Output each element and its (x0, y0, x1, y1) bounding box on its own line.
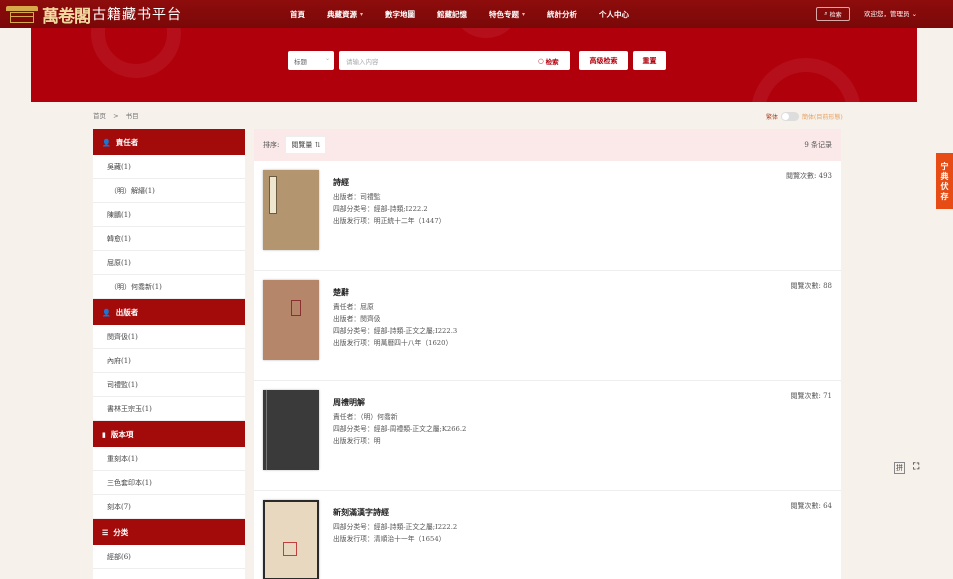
filter-heading-responsible[interactable]: 👤 責任者 (93, 129, 245, 155)
view-count: 閱覽次數: 71 (790, 392, 832, 400)
nav-item-memory[interactable]: 館藏記憶 (437, 9, 467, 20)
chevron-down-icon: ▾ (360, 10, 364, 18)
filter-heading-publisher[interactable]: 👤 出版者 (93, 299, 245, 325)
view-count: 閱覽次數: 64 (790, 502, 832, 510)
nav-item-home[interactable]: 首頁 (290, 9, 305, 20)
filter-item[interactable]: 重刻本(1) (93, 447, 245, 471)
top-bar: 萬卷閣 古籍藏书平台 首頁 典藏資源 ▾ 數字地圖 館藏記憶 特色专题 ▾ 統計分析… (0, 0, 953, 28)
book-meta: 責任者：屈原 出版者：閔齊伋 四部分类号：經部-詩類-正文之屬;I222.3 出… (333, 303, 458, 347)
filter-item[interactable]: 書林王宗玉(1) (93, 397, 245, 421)
site-logo[interactable]: 萬卷閣 古籍藏书平台 (4, 3, 182, 27)
fullscreen-icon[interactable]: ⛶ (913, 462, 919, 474)
filter-item[interactable]: （明）何喬新(1) (93, 275, 245, 299)
book-meta: 責任者：（明）何喬新 四部分类号：經部-周禮類-正文之屬;K266.2 出版发行… (333, 413, 467, 445)
filter-item[interactable]: 刻本(7) (93, 495, 245, 519)
search-icon: ⌕ (824, 10, 828, 17)
person-icon: 👤 (102, 307, 111, 317)
logo-calligraphy: 萬卷閣 (42, 6, 91, 27)
user-menu[interactable]: 欢迎您，管理员 ⌄ (864, 8, 917, 18)
chevron-down-icon: ⌄ (324, 55, 330, 62)
result-item[interactable]: 周禮明解 責任者：（明）何喬新 四部分类号：經部-周禮類-正文之屬;K266.2… (254, 381, 841, 491)
view-count: 閱覽次數: 493 (786, 172, 832, 180)
book-title[interactable]: 楚辭 (333, 287, 349, 298)
search-input[interactable]: 请输入内容 (339, 51, 570, 70)
book-cover[interactable] (263, 170, 319, 250)
filter-item[interactable]: 韓愈(1) (93, 227, 245, 251)
nav-item-personal[interactable]: 个人中心 (599, 9, 629, 20)
filter-item[interactable]: 司禮監(1) (93, 373, 245, 397)
book-title[interactable]: 詩經 (333, 177, 349, 188)
book-cover[interactable] (263, 390, 319, 470)
breadcrumb-home[interactable]: 首页 (93, 112, 106, 120)
filter-item[interactable]: 吳藏(1) (93, 155, 245, 179)
search-field-select[interactable]: 标题 ⌄ (288, 51, 334, 70)
logo-text: 古籍藏书平台 (92, 7, 182, 23)
book-icon: ▮ (102, 429, 106, 439)
breadcrumb: 首页 > 书目 (93, 110, 139, 120)
result-item[interactable]: 新刻滿漢字詩經 四部分类号：經部-詩類-正文之屬;I222.2 出版发行项：清順… (254, 491, 841, 579)
advanced-search-button[interactable]: 高级检索 (579, 51, 628, 70)
book-title[interactable]: 周禮明解 (333, 397, 365, 408)
chevron-down-icon: ⌄ (911, 10, 918, 18)
nav-item-map[interactable]: 數字地圖 (385, 9, 415, 20)
breadcrumb-current: 书目 (125, 112, 139, 120)
list-icon: ☰ (102, 527, 109, 537)
sort-bar: 排序: 閱覽量 ⇅ 9 条记录 (254, 129, 841, 161)
search-submit-button[interactable]: ○ 检索 (538, 51, 559, 70)
nav-item-collections[interactable]: 典藏資源 ▾ (327, 9, 363, 20)
book-meta: 四部分类号：經部-詩類-正文之屬;I222.2 出版发行项：清順治十一年（165… (333, 523, 458, 543)
book-meta: 出版者：司禮監 四部分类号：經部-詩類;I222.2 出版发行项：明正統十二年（… (333, 193, 446, 225)
result-count: 9 条记录 (804, 141, 832, 149)
chevron-down-icon: ▾ (522, 10, 526, 18)
filter-item[interactable]: 陳鵬(1) (93, 203, 245, 227)
script-toggle[interactable]: 繁体 簡体(目前形態) (766, 112, 843, 121)
breadcrumb-separator: > (113, 112, 119, 120)
reset-button[interactable]: 重置 (633, 51, 666, 70)
pinyin-tool-icon[interactable]: 拼 (894, 462, 905, 474)
result-item[interactable]: 詩經 出版者：司禮監 四部分类号：經部-詩類;I222.2 出版发行项：明正統十… (254, 161, 841, 271)
filter-item[interactable]: 閔齊伋(1) (93, 325, 245, 349)
filter-heading-edition[interactable]: ▮ 版本項 (93, 421, 245, 447)
book-cover[interactable] (263, 280, 319, 360)
book-cover[interactable] (263, 500, 319, 579)
toggle-switch[interactable] (781, 112, 800, 121)
sort-icon: ⇅ (314, 141, 321, 149)
filter-item[interactable]: 經部(6) (93, 545, 245, 569)
filter-sidebar: 👤 責任者 吳藏(1) （明）解縉(1) 陳鵬(1) 韓愈(1) 屈原(1) （明… (93, 129, 245, 579)
search-icon: ○ (538, 56, 544, 65)
filter-item[interactable]: 三色套印本(1) (93, 471, 245, 495)
logo-emblem-icon (4, 4, 40, 24)
filter-item[interactable]: 屈原(1) (93, 251, 245, 275)
nav-item-topics[interactable]: 特色专题 ▾ (489, 9, 525, 20)
floating-tools: 拼 ⛶ (894, 462, 919, 474)
main-nav: 首頁 典藏資源 ▾ 數字地圖 館藏記憶 特色专题 ▾ 統計分析 个人中心 (290, 0, 651, 28)
result-item[interactable]: 楚辭 責任者：屈原 出版者：閔齊伋 四部分类号：經部-詩類-正文之屬;I222.… (254, 271, 841, 381)
results-panel: 排序: 閱覽量 ⇅ 9 条记录 詩經 出版者：司禮監 四部分类号：經部-詩類;I… (254, 129, 841, 579)
filter-heading-category[interactable]: ☰ 分类 (93, 519, 245, 545)
sort-by-views-button[interactable]: 閱覽量 ⇅ (285, 136, 327, 154)
book-title[interactable]: 新刻滿漢字詩經 (333, 507, 389, 518)
filter-item[interactable]: （明）解縉(1) (93, 179, 245, 203)
nav-item-stats[interactable]: 統計分析 (547, 9, 577, 20)
header-search-button[interactable]: ⌕ 检索 (816, 7, 850, 21)
filter-item[interactable]: 內府(1) (93, 349, 245, 373)
person-icon: 👤 (102, 137, 111, 147)
view-count: 閱覽次數: 88 (790, 282, 832, 290)
floating-side-tab[interactable]: 宁典伏存 (936, 153, 953, 209)
